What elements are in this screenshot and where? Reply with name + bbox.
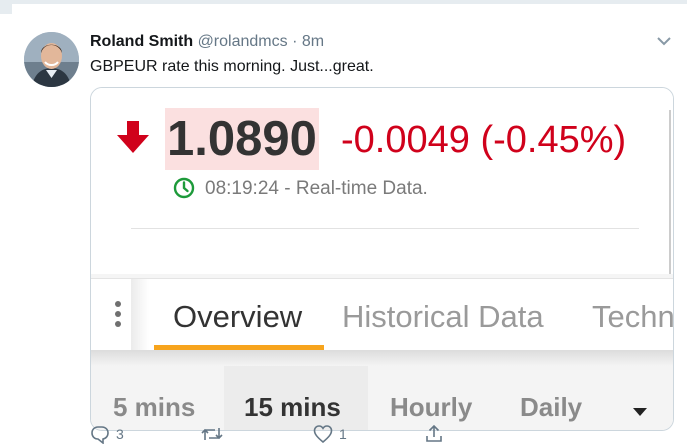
scroll-edge (669, 110, 673, 274)
meta-separator: · (292, 33, 298, 50)
reply-count: 3 (116, 426, 124, 442)
share-icon (426, 424, 442, 442)
caret-down-icon[interactable] (632, 404, 648, 416)
share-action[interactable] (424, 424, 444, 448)
author-name[interactable]: Roland Smith (90, 33, 193, 50)
realtime-label: 08:19:24 - Real-time Data. (205, 178, 428, 199)
like-count: 1 (339, 426, 347, 442)
down-arrow-icon (115, 119, 151, 155)
quote-panel: 1.0890 -0.0049 (-0.45%) 08:19:24 - Real-… (91, 88, 673, 274)
tab-bar-bottom-shadow (91, 350, 673, 366)
tweet-author: Roland Smith @rolandmcs · 8m (90, 33, 324, 51)
tab-technical[interactable]: Techn (592, 297, 673, 337)
tab-overview[interactable]: Overview (173, 297, 302, 337)
price-value: 1.0890 (165, 108, 319, 170)
retweet-action[interactable] (200, 424, 230, 448)
retweet-icon (201, 428, 223, 440)
timeline-top-bar-inner (12, 4, 687, 14)
tweet[interactable]: Roland Smith @rolandmcs · 8m GBPEUR rate… (0, 14, 687, 448)
tweet-timestamp[interactable]: 8m (302, 33, 324, 50)
reply-action[interactable]: 3 (90, 424, 124, 448)
author-handle[interactable]: @rolandmcs (198, 33, 288, 50)
timeline-top-bar (0, 0, 687, 14)
tweet-text: GBPEUR rate this morning. Just...great. (90, 58, 374, 75)
more-vertical-icon[interactable] (111, 301, 125, 331)
chevron-down-icon[interactable] (655, 34, 673, 48)
tab-bar-shadow (131, 279, 149, 351)
attached-screenshot-card[interactable]: 1.0890 -0.0049 (-0.45%) 08:19:24 - Real-… (90, 87, 674, 431)
reply-icon (91, 426, 109, 445)
like-action[interactable]: 1 (313, 424, 347, 448)
price-change: -0.0049 (-0.45%) (341, 119, 627, 161)
avatar-image (24, 32, 79, 87)
clock-icon (173, 177, 195, 199)
tab-bar: Overview Historical Data Techn (91, 278, 673, 351)
heart-icon (313, 425, 333, 444)
tweet-actions: 3 1 (0, 418, 687, 448)
avatar[interactable] (24, 32, 79, 87)
divider (131, 228, 639, 229)
tab-historical-data[interactable]: Historical Data (342, 297, 544, 337)
